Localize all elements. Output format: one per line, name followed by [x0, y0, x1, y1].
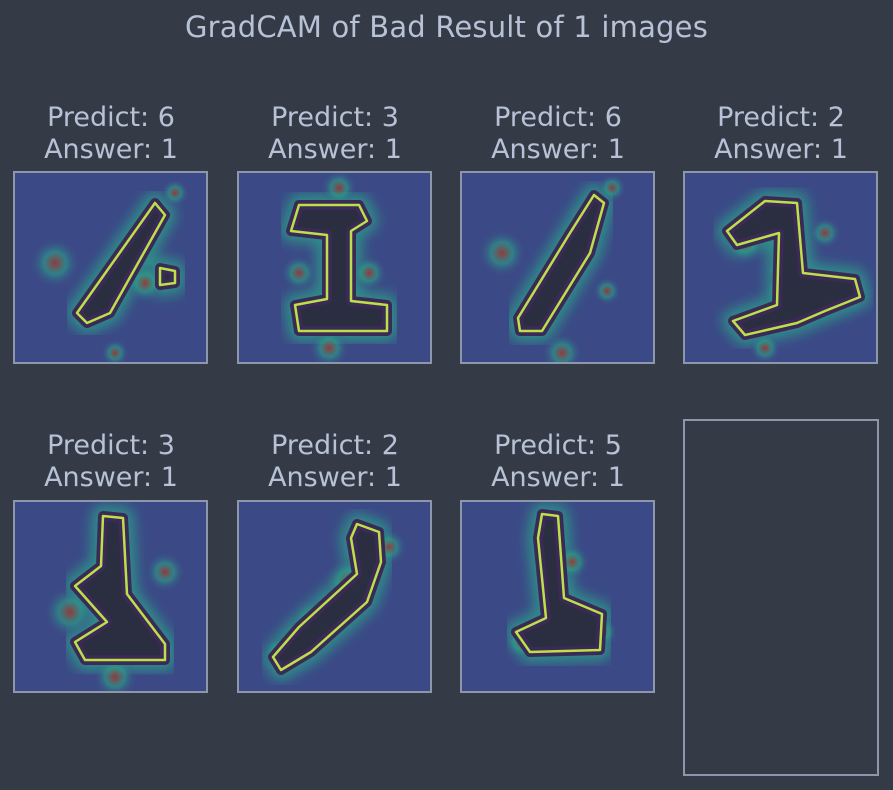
heatmap-hotspot — [478, 229, 526, 277]
heatmap-hotspot — [809, 217, 841, 249]
heatmap-hotspot — [30, 238, 80, 288]
panel-2-predict: Predict: 3 — [271, 102, 399, 133]
panel-4-caption: Predict: 2 Answer: 1 — [671, 102, 891, 166]
panel-6-predict: Predict: 2 — [271, 430, 399, 461]
panel-4-gradcam-image — [683, 171, 878, 364]
panel-1-predict: Predict: 6 — [47, 102, 175, 133]
panel-1-caption: Predict: 6 Answer: 1 — [1, 102, 221, 166]
panel-7-caption: Predict: 5 Answer: 1 — [448, 430, 668, 494]
panel-4-answer: Answer: 1 — [714, 134, 848, 165]
panel-7-predict: Predict: 5 — [494, 430, 622, 461]
panel-7-answer: Answer: 1 — [491, 462, 625, 493]
panel-2-gradcam-image — [237, 171, 432, 364]
heatmap-hotspot — [351, 255, 387, 291]
heatmap-hotspot — [281, 255, 317, 291]
panel-1-answer: Answer: 1 — [44, 134, 178, 165]
panel-1-gradcam-image — [13, 171, 208, 364]
heatmap-hotspot — [145, 552, 185, 592]
panel-7-gradcam-image — [460, 500, 655, 693]
panel-3-gradcam-image — [460, 171, 655, 364]
panel-5-caption: Predict: 3 Answer: 1 — [1, 430, 221, 494]
panel-2-answer: Answer: 1 — [268, 134, 402, 165]
panel-5-predict: Predict: 3 — [47, 430, 175, 461]
panel-3-caption: Predict: 6 Answer: 1 — [448, 102, 668, 166]
heatmap-hotspot — [161, 179, 189, 207]
panel-4-predict: Predict: 2 — [717, 102, 845, 133]
heatmap-hotspot — [593, 277, 621, 305]
figure-title: GradCAM of Bad Result of 1 images — [184, 10, 709, 44]
panel-5-gradcam-image — [13, 500, 208, 693]
panel-2-caption: Predict: 3 Answer: 1 — [225, 102, 445, 166]
panel-3-answer: Answer: 1 — [491, 134, 625, 165]
empty-panel — [683, 419, 879, 776]
panel-3-predict: Predict: 6 — [494, 102, 622, 133]
panel-6-gradcam-image — [237, 500, 432, 693]
panel-6-answer: Answer: 1 — [268, 462, 402, 493]
panel-5-answer: Answer: 1 — [44, 462, 178, 493]
panel-6-caption: Predict: 2 Answer: 1 — [225, 430, 445, 494]
